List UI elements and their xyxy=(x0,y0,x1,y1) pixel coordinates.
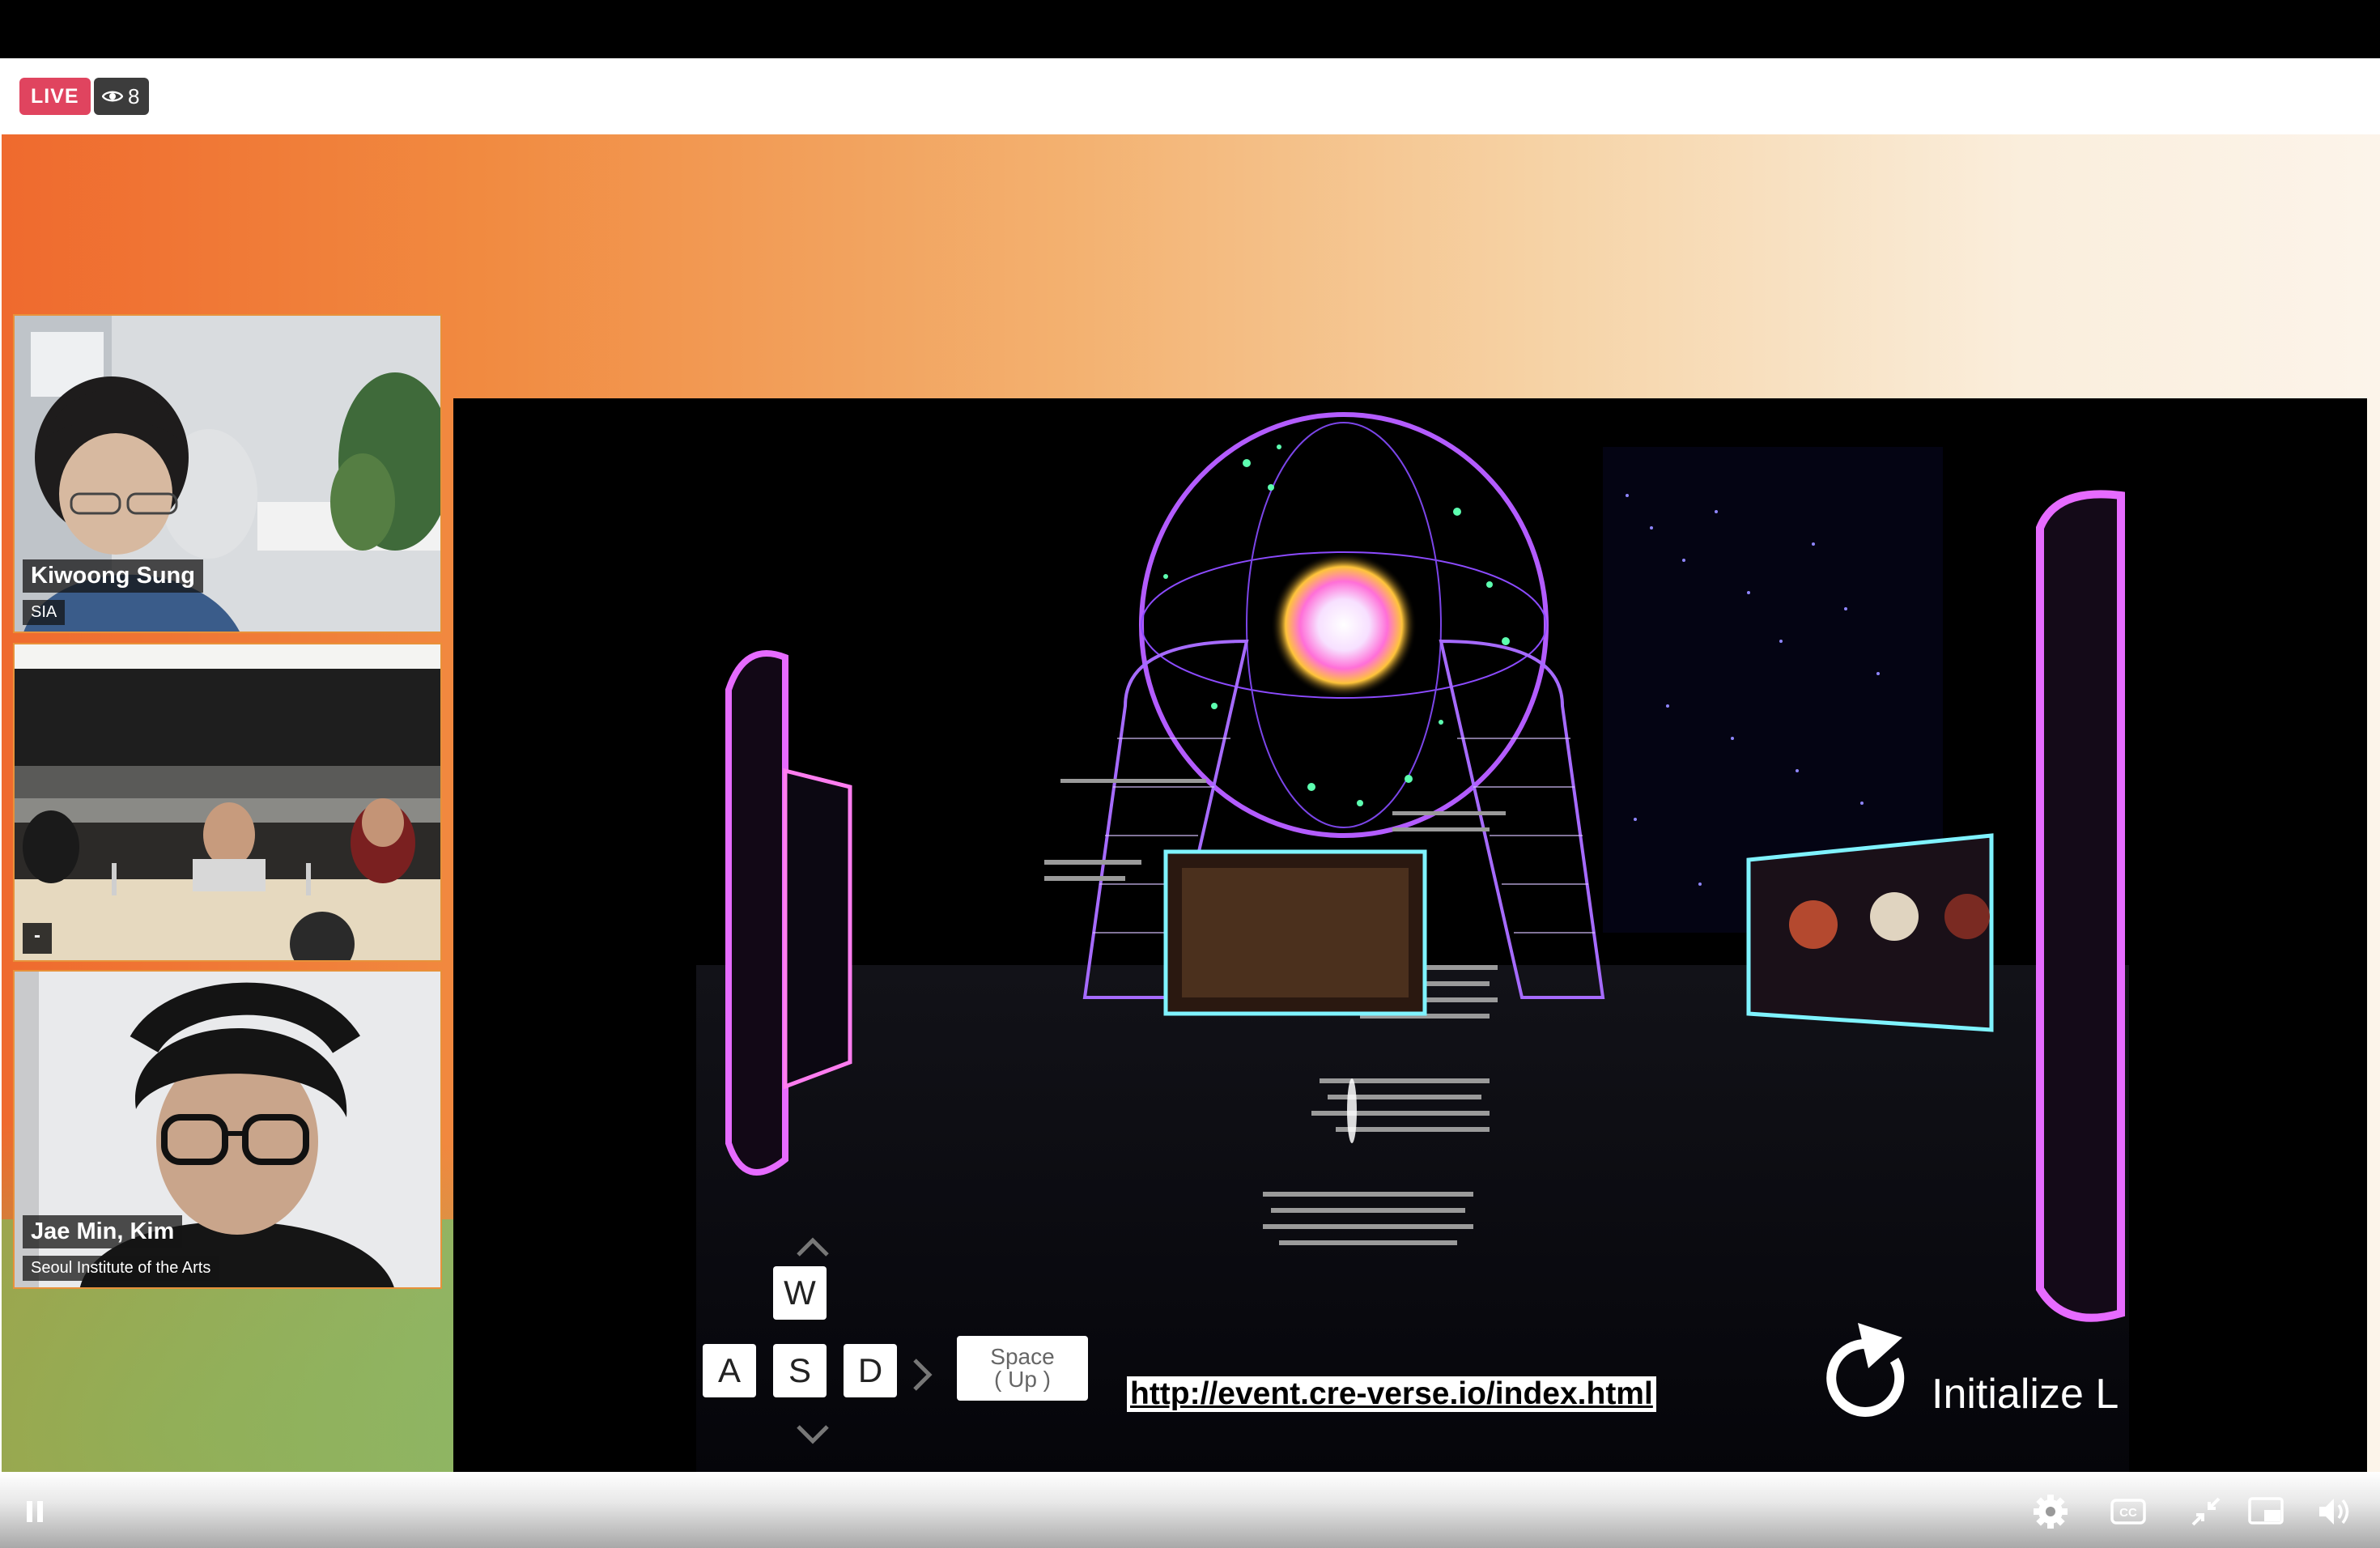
volume-button[interactable] xyxy=(2315,1491,2356,1532)
live-badge: LIVE xyxy=(19,78,91,115)
stream-status-bar: LIVE 8 xyxy=(0,58,2380,134)
closed-captions-icon: CC xyxy=(2110,1499,2146,1525)
picture-in-picture-button[interactable] xyxy=(2246,1491,2286,1532)
picture-in-picture-icon xyxy=(2248,1497,2284,1525)
participant-video xyxy=(15,644,440,960)
gear-icon xyxy=(2034,1495,2068,1529)
viewer-count: 8 xyxy=(128,84,140,108)
participant-name-placeholder: - xyxy=(23,923,52,954)
event-url-link: http://event.cre-verse.io/index.html xyxy=(1127,1376,1656,1412)
viewer-count-badge: 8 xyxy=(94,78,150,115)
exit-fullscreen-button[interactable] xyxy=(2186,1491,2226,1532)
captions-button[interactable]: CC xyxy=(2108,1491,2148,1532)
key-s-hint: S xyxy=(773,1344,827,1397)
shared-screen: W A S D Space ( Up ) http://event.cre-ve… xyxy=(453,398,2367,1472)
eye-icon xyxy=(102,91,123,102)
participant-tile[interactable]: Jae Min, Kim Seoul Institute of the Arts xyxy=(13,970,442,1289)
space-key-sublabel: ( Up ) xyxy=(994,1367,1051,1392)
player-controls-bar: CC xyxy=(0,1472,2380,1548)
participant-name: Jae Min, Kim xyxy=(23,1215,183,1248)
space-key-label: Space xyxy=(990,1344,1055,1369)
settings-button[interactable] xyxy=(2030,1491,2071,1532)
participant-org: SIA xyxy=(23,600,66,625)
virtual-venue-scene xyxy=(453,398,2367,1472)
participant-tile[interactable]: Kiwoong Sung SIA xyxy=(13,314,442,633)
pause-icon xyxy=(27,1501,43,1522)
key-a-hint: A xyxy=(703,1344,756,1397)
participant-tile[interactable]: - xyxy=(13,643,442,962)
key-d-hint: D xyxy=(844,1344,897,1397)
volume-icon xyxy=(2319,1499,2349,1525)
participant-name: Kiwoong Sung xyxy=(23,559,203,593)
participant-org: Seoul Institute of the Arts xyxy=(23,1256,219,1281)
exit-fullscreen-icon xyxy=(2191,1497,2221,1526)
svg-text:CC: CC xyxy=(2119,1506,2137,1520)
key-w-hint: W xyxy=(773,1266,827,1320)
pause-button[interactable] xyxy=(15,1491,55,1532)
initialize-label: Initialize L xyxy=(1932,1371,2119,1418)
space-key-hint: Space ( Up ) xyxy=(957,1336,1088,1401)
top-black-bar xyxy=(0,0,2380,58)
broadcast-stage: Kiwoong Sung SIA - Jae Min, Kim Seoul In… xyxy=(2,134,2380,1472)
